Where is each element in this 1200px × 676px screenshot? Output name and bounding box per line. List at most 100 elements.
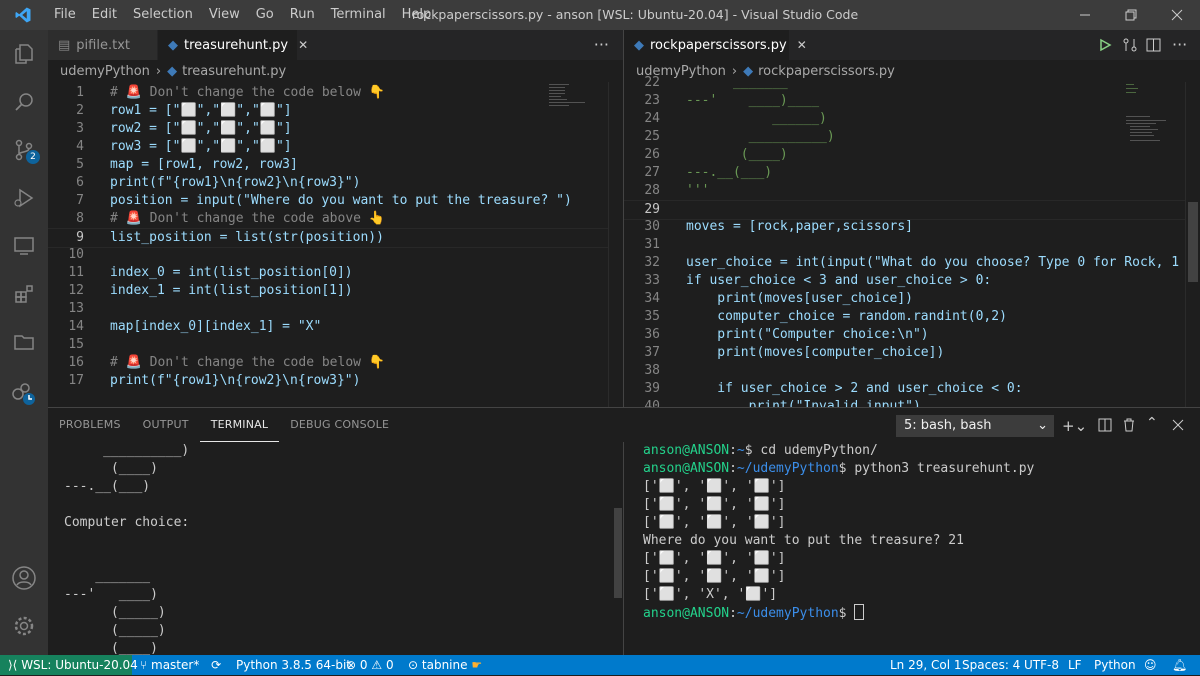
terminal-left-output[interactable]: __________) (____) ---.__(___) Computer ch… <box>64 442 189 676</box>
language-mode[interactable]: Python <box>1094 655 1136 675</box>
breadcrumb: udemyPython › ◆ treasurehunt.py <box>48 60 623 82</box>
menu-view[interactable]: View <box>201 0 248 30</box>
run-debug-icon[interactable] <box>0 174 48 222</box>
close-tab-icon[interactable]: ✕ <box>298 38 308 52</box>
menu-file[interactable]: File <box>46 0 84 30</box>
terminal-line: ['⬜️', '⬜️', '⬜️'] <box>643 515 786 530</box>
code-line: 31 <box>624 236 1200 254</box>
live-share-icon[interactable] <box>0 370 48 418</box>
menu-go[interactable]: Go <box>248 0 282 30</box>
code-line: 14 map[index_0][index_1] = "X" <box>48 318 623 336</box>
scrollbar-thumb[interactable] <box>1188 202 1198 282</box>
terminal-split-divider[interactable] <box>623 442 624 656</box>
code-line: 13 <box>48 300 623 318</box>
source-control-badge: 2 <box>26 150 40 164</box>
indentation[interactable]: Spaces: 4 <box>962 655 1020 675</box>
minimize-icon[interactable] <box>1062 0 1108 30</box>
code-line: 40 print("Invalid input") <box>624 398 1200 407</box>
menu-run[interactable]: Run <box>282 0 323 30</box>
panel-tab-debug-console[interactable]: DEBUG CONSOLE <box>279 408 400 442</box>
vertical-scrollbar-right[interactable] <box>1185 82 1200 407</box>
code-line: 4 row3 = ["⬜️","⬜️","⬜️"] <box>48 138 623 156</box>
folder-icon[interactable] <box>0 318 48 366</box>
new-terminal-icon[interactable]: +⌄ <box>1062 417 1087 435</box>
line-ending[interactable]: LF <box>1068 655 1082 675</box>
more-actions-icon[interactable]: ··· <box>594 30 609 60</box>
code-text: list_position = list(str(position)) <box>110 230 384 245</box>
settings-gear-icon[interactable] <box>0 602 48 650</box>
minimap-left[interactable] <box>549 82 609 192</box>
breadcrumb-folder[interactable]: udemyPython <box>60 64 150 79</box>
close-panel-icon[interactable] <box>1172 416 1184 435</box>
run-python-file-icon[interactable] <box>1098 37 1112 56</box>
line-number: 36 <box>644 327 660 342</box>
line-number: 8 <box>76 211 84 226</box>
panel-tab-terminal[interactable]: TERMINAL <box>199 408 280 442</box>
breadcrumb-file[interactable]: treasurehunt.py <box>182 64 286 79</box>
code-editor-left[interactable]: 1 # 🚨 Don't change the code below 👇 2 row1 … <box>48 82 623 407</box>
code-line: 22 _______ <box>624 74 1200 92</box>
restore-icon[interactable] <box>1108 0 1154 30</box>
remote-explorer-icon[interactable] <box>0 222 48 270</box>
close-window-icon[interactable] <box>1154 0 1200 30</box>
cursor-position[interactable]: Ln 29, Col 1 <box>890 655 962 675</box>
remote-indicator[interactable]: ⟩⟨ WSL: Ubuntu-20.04 <box>0 655 138 675</box>
code-line: 12 index_1 = int(list_position[1]) <box>48 282 623 300</box>
minimap-right[interactable] <box>1126 82 1186 192</box>
terminal-select-dropdown[interactable]: 5: bash, bash ⌄ <box>896 415 1054 437</box>
encoding[interactable]: UTF-8 <box>1024 655 1059 675</box>
line-number: 7 <box>76 193 84 208</box>
split-terminal-icon[interactable] <box>1098 417 1112 436</box>
code-text: print("Computer choice:\n") <box>686 327 929 342</box>
panel-tab-problems[interactable]: PROBLEMS <box>48 408 132 442</box>
python-interpreter[interactable]: Python 3.8.5 64-bit <box>236 655 351 675</box>
notifications-bell-icon[interactable]: 🔔︎ <box>1172 655 1187 675</box>
tab-treasurehunt[interactable]: ◆ treasurehunt.py ✕ <box>158 30 308 60</box>
account-icon[interactable] <box>0 554 48 602</box>
terminal-scrollbar-thumb[interactable] <box>614 508 622 598</box>
terminal-line: (____) <box>64 461 158 476</box>
terminal-right-output[interactable]: anson@ANSON:~$ cd udemyPython/ anson@ANS… <box>643 442 1034 622</box>
panel-tab-output[interactable]: OUTPUT <box>132 408 200 442</box>
trash-icon[interactable] <box>1122 417 1136 436</box>
compare-changes-icon[interactable] <box>1122 37 1138 57</box>
code-line: 23 ---' ____)____ <box>624 92 1200 110</box>
tabnine-indicator[interactable]: ⊙ tabnine ☛ <box>408 655 482 675</box>
chevron-right-icon: › <box>155 63 162 79</box>
line-number: 5 <box>76 157 84 172</box>
line-number: 31 <box>644 237 660 252</box>
sync-icon[interactable]: ⟳ <box>211 658 221 672</box>
tab-rockpaperscissors[interactable]: ◆ rockpaperscissors.py ✕ <box>624 30 807 60</box>
files-icon[interactable] <box>0 30 48 78</box>
code-line: 6 print(f"{row1}\n{row2}\n{row3}") <box>48 174 623 192</box>
line-number: 12 <box>68 283 84 298</box>
title-bar: File Edit Selection View Go Run Terminal Help r… <box>0 0 1200 30</box>
vertical-scrollbar-left[interactable] <box>608 82 623 407</box>
code-editor-right[interactable]: 22 _______ 23 ---' ____)____ 24 ______) 25 _… <box>624 75 1200 407</box>
split-editor-icon[interactable] <box>1146 37 1162 57</box>
menu-edit[interactable]: Edit <box>84 0 125 30</box>
terminal-line: ---.__(___) <box>64 479 151 494</box>
tab-pifile[interactable]: ▤ pifile.txt <box>48 30 158 60</box>
terminal-line: (_____) <box>64 605 166 620</box>
code-text: ---.__(___) <box>686 165 773 180</box>
menu-selection[interactable]: Selection <box>125 0 201 30</box>
chevron-down-icon: ⌄ <box>1037 418 1048 433</box>
maximize-panel-icon[interactable]: ⌃ <box>1146 415 1158 431</box>
editor-group-left: ▤ pifile.txt ◆ treasurehunt.py ✕ ··· ude… <box>48 30 623 407</box>
extensions-icon[interactable] <box>0 270 48 318</box>
more-actions-icon[interactable]: ··· <box>1172 30 1187 60</box>
source-control-icon[interactable]: 2 <box>0 126 48 174</box>
problems-indicator[interactable]: ⊗ 0 ⚠ 0 <box>346 655 394 675</box>
search-icon[interactable] <box>0 78 48 126</box>
code-text: index_0 = int(list_position[0]) <box>110 265 353 280</box>
code-line: 26 (____) <box>624 146 1200 164</box>
tab-bar-left: ▤ pifile.txt ◆ treasurehunt.py ✕ ··· <box>48 30 623 60</box>
feedback-icon[interactable]: ☺ <box>1144 655 1157 675</box>
terminal-line: anson@ANSON:~/udemyPython$ python3 treas… <box>643 461 1035 476</box>
code-line: 35 computer_choice = random.randint(0,2) <box>624 308 1200 326</box>
line-number: 9 <box>76 230 84 245</box>
branch-indicator[interactable]: ⑂ master* ⟳ <box>140 655 221 675</box>
close-tab-icon[interactable]: ✕ <box>797 38 807 52</box>
